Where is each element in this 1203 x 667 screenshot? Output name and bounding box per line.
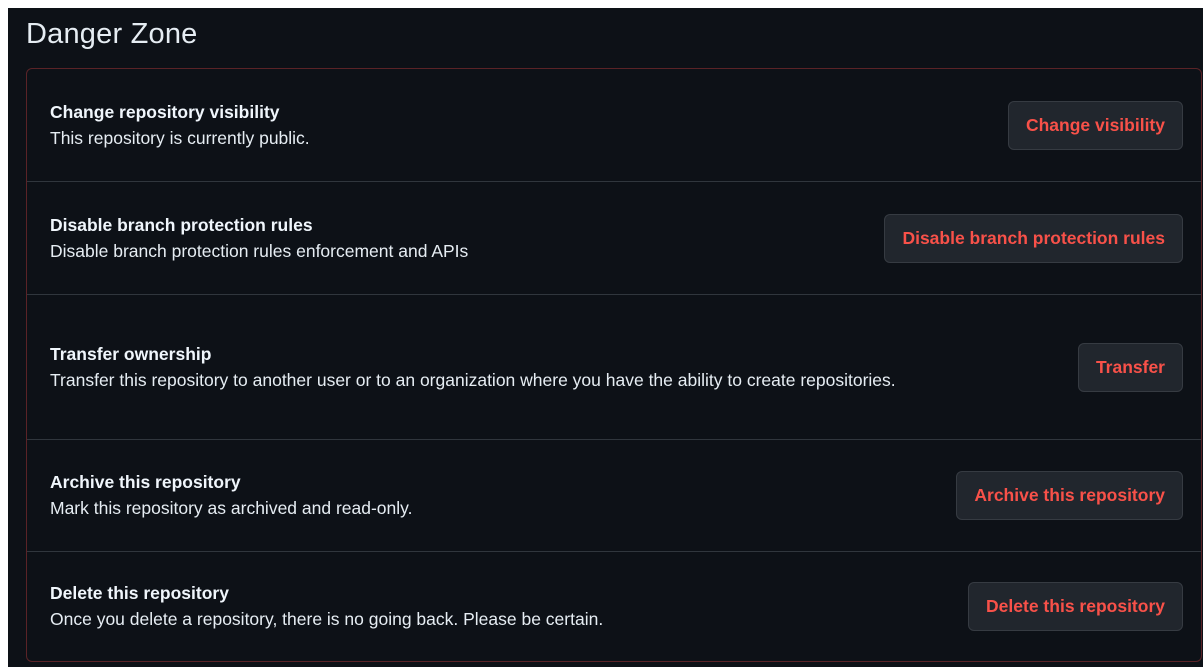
row-title: Delete this repository [50,583,229,603]
row-text: Delete this repository Once you delete a… [50,580,603,633]
row-title: Archive this repository [50,472,241,492]
danger-row-disable-branch-protection: Disable branch protection rules Disable … [27,181,1201,294]
row-description: Once you delete a repository, there is n… [50,609,604,629]
change-visibility-button[interactable]: Change visibility [1007,100,1183,150]
danger-zone-page: Danger Zone Change repository visibility… [8,8,1203,667]
row-text: Transfer ownership Transfer this reposit… [50,341,896,394]
danger-zone-box: Change repository visibility This reposi… [26,68,1202,662]
disable-branch-protection-button[interactable]: Disable branch protection rules [884,213,1183,263]
danger-row-change-visibility: Change repository visibility This reposi… [27,69,1201,181]
row-description: This repository is currently public. [50,127,310,148]
transfer-button[interactable]: Transfer [1077,342,1183,392]
delete-repository-button[interactable]: Delete this repository [968,582,1183,631]
danger-row-transfer-ownership: Transfer ownership Transfer this reposit… [27,294,1201,439]
row-description: Transfer this repository to another user… [50,369,896,390]
row-description: Disable branch protection rules enforcem… [50,240,469,261]
archive-repository-button[interactable]: Archive this repository [956,471,1183,520]
row-title: Disable branch protection rules [50,214,313,235]
danger-row-archive: Archive this repository Mark this reposi… [27,439,1201,551]
row-title: Transfer ownership [50,343,212,364]
row-title: Change repository visibility [50,101,280,122]
row-text: Change repository visibility This reposi… [50,99,310,152]
row-text: Disable branch protection rules Disable … [50,212,468,265]
row-text: Archive this repository Mark this reposi… [50,469,412,522]
danger-zone-heading: Danger Zone [26,18,198,50]
danger-row-delete: Delete this repository Once you delete a… [27,551,1201,661]
row-description: Mark this repository as archived and rea… [50,498,413,518]
